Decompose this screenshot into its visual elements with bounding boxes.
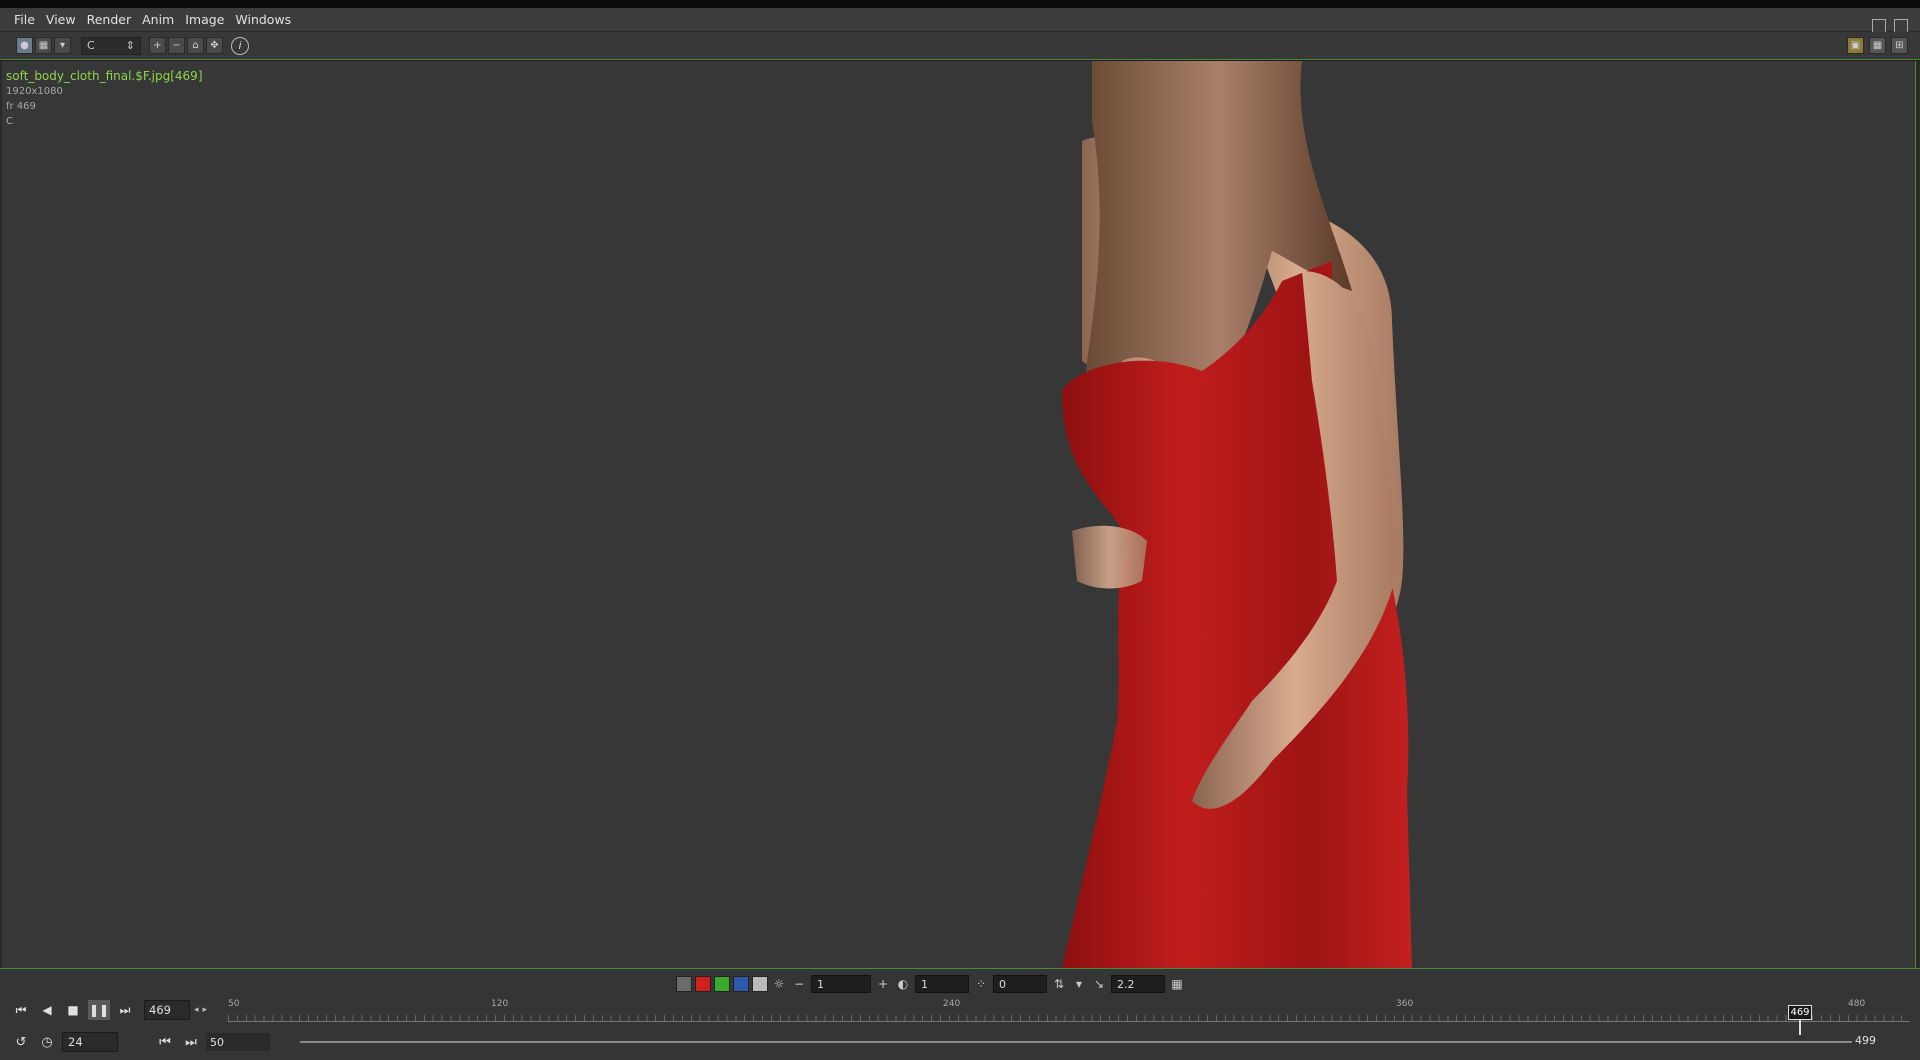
contrast-icon[interactable]: ◐ — [895, 976, 911, 992]
step-forward-icon[interactable]: ▸ — [203, 1005, 208, 1015]
channel-select-value: C — [87, 39, 95, 52]
menubar: File View Render Anim Image Windows — [0, 8, 1920, 33]
range-end-field[interactable]: 499 — [1855, 1034, 1876, 1047]
tick-label: 120 — [491, 999, 509, 1009]
pause-icon[interactable]: ❚❚ — [88, 1000, 110, 1020]
layout-single-icon[interactable]: ▣ — [1847, 37, 1864, 54]
rendered-figure — [1062, 61, 1412, 968]
range-start-icon[interactable]: ⏮ — [154, 1032, 176, 1052]
menu-view[interactable]: View — [46, 12, 76, 27]
playbar-panel: ☼ − 1 + ◐ 1 ⁘ 0 ⇅ ▾ ↘ 2.2 ▦ ⏮ ◀ ■ ❚❚ ⏭ 4… — [0, 968, 1920, 1060]
tick-label: 360 — [1396, 999, 1414, 1009]
restore-icon[interactable] — [1872, 19, 1886, 33]
menu-windows[interactable]: Windows — [235, 12, 291, 27]
play-reverse-icon[interactable]: ◀ — [36, 1000, 58, 1020]
gamma-icon[interactable]: ↘ — [1091, 976, 1107, 992]
image-resolution: 1920x1080 — [6, 86, 63, 97]
layout-expand-icon[interactable]: ⊞ — [1891, 37, 1908, 54]
exposure-increase-button[interactable]: + — [875, 976, 891, 992]
rgb-channel-icon[interactable] — [676, 976, 692, 992]
loop-icon[interactable]: ↺ — [10, 1032, 32, 1052]
gamma-field[interactable]: 2.2 — [1111, 975, 1165, 993]
channel-select[interactable]: C ⇕ — [81, 36, 141, 55]
dropdown-icon[interactable]: ▾ — [54, 37, 71, 54]
image-viewport[interactable]: soft_body_cloth_final.$F.jpg[469] 1920x1… — [0, 61, 1915, 968]
maximize-icon[interactable] — [1894, 19, 1908, 33]
red-channel-icon[interactable] — [695, 976, 711, 992]
menu-file[interactable]: File — [14, 12, 35, 27]
range-slider[interactable] — [300, 1041, 1852, 1043]
playback-controls: ⏮ ◀ ■ ❚❚ ⏭ 469 ◂ ▸ — [10, 999, 211, 1021]
info-icon[interactable]: i — [231, 36, 249, 55]
step-back-icon[interactable]: ◂ — [194, 1005, 199, 1015]
viewport-right-edge — [1915, 61, 1920, 968]
menu-anim[interactable]: Anim — [142, 12, 174, 27]
alpha-channel-icon[interactable] — [752, 976, 768, 992]
green-channel-icon[interactable] — [714, 976, 730, 992]
offset-icon[interactable]: ⁘ — [973, 976, 989, 992]
image-frame: fr 469 — [6, 101, 36, 112]
tick-label: 50 — [228, 999, 240, 1009]
layout-buttons: ▣ ▦ ⊞ — [1847, 37, 1910, 54]
window-top-border — [0, 0, 1920, 8]
frame-all-icon[interactable]: ✥ — [206, 37, 223, 54]
gain-field[interactable]: 1 — [915, 975, 969, 993]
exposure-decrease-button[interactable]: − — [791, 976, 807, 992]
window-controls — [1872, 19, 1908, 33]
timeline-ruler[interactable]: 50 120 240 360 480 469 — [228, 999, 1910, 1035]
exposure-field[interactable]: 1 — [811, 975, 871, 993]
channel-select-arrow-icon: ⇕ — [125, 39, 135, 52]
image-filename: soft_body_cloth_final.$F.jpg[469] — [6, 69, 203, 83]
color-correction-tools: ☼ − 1 + ◐ 1 ⁘ 0 ⇅ ▾ ↘ 2.2 ▦ — [676, 974, 1189, 994]
home-icon[interactable]: ⌂ — [187, 37, 204, 54]
layout-grid-icon[interactable]: ▦ — [1869, 37, 1886, 54]
timeline-baseline — [228, 1021, 1910, 1022]
jump-to-start-icon[interactable]: ⏮ — [10, 1000, 32, 1020]
range-end-icon[interactable]: ⏭ — [180, 1032, 202, 1052]
image-info-overlay: soft_body_cloth_final.$F.jpg[469] 1920x1… — [6, 69, 203, 129]
menu-render[interactable]: Render — [87, 12, 132, 27]
zoom-out-icon[interactable]: − — [168, 37, 185, 54]
jump-to-end-icon[interactable]: ⏭ — [114, 1000, 136, 1020]
tick-label: 480 — [1848, 999, 1866, 1009]
display-mode-icon[interactable]: ● — [16, 37, 33, 54]
viewer-toolbar: ● ▦ ▾ C ⇕ + − ⌂ ✥ i ▣ ▦ ⊞ — [0, 32, 1920, 60]
lut-icon[interactable]: ⇅ — [1051, 976, 1067, 992]
offset-field[interactable]: 0 — [993, 975, 1047, 993]
menu-image[interactable]: Image — [185, 12, 224, 27]
range-controls: ↺ ◷ 24 ⏮ ⏭ 50 499 — [10, 1031, 1910, 1053]
image-channel: C — [6, 116, 13, 127]
blue-channel-icon[interactable] — [733, 976, 749, 992]
zoom-in-icon[interactable]: + — [149, 37, 166, 54]
time-cursor-label[interactable]: 469 — [1788, 1005, 1812, 1020]
options-grid-icon[interactable]: ▦ — [1169, 976, 1185, 992]
tick-label: 240 — [943, 999, 961, 1009]
fps-field[interactable]: 24 — [62, 1032, 118, 1052]
stop-icon[interactable]: ■ — [62, 1000, 84, 1020]
compare-icon[interactable]: ▦ — [35, 37, 52, 54]
lut-dropdown-icon[interactable]: ▾ — [1071, 976, 1087, 992]
exposure-icon[interactable]: ☼ — [771, 976, 787, 992]
range-start-field[interactable]: 50 — [206, 1033, 270, 1051]
current-frame-field[interactable]: 469 — [144, 1000, 190, 1020]
realtime-clock-icon[interactable]: ◷ — [36, 1032, 58, 1052]
